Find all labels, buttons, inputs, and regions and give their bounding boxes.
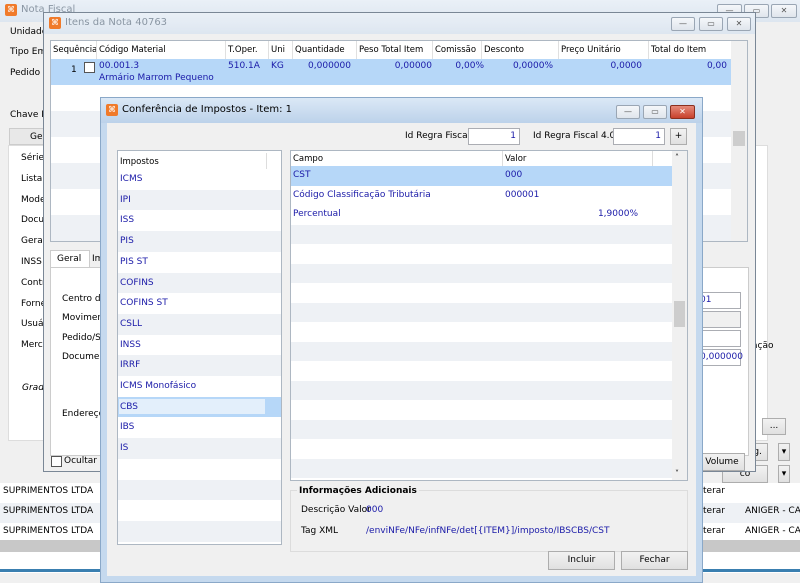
list-item-imposto[interactable]: ICMS bbox=[118, 169, 281, 190]
label-pedido: Pedido bbox=[10, 68, 41, 78]
tag-xml-label: Tag XML bbox=[301, 526, 339, 536]
table-row[interactable]: Código Classificação Tributária 000001 bbox=[291, 186, 672, 206]
column-header[interactable]: Comissão bbox=[435, 45, 476, 55]
table-row[interactable]: CST 000 bbox=[291, 166, 672, 186]
field-3[interactable] bbox=[699, 330, 741, 347]
list-item-action: terar bbox=[703, 526, 725, 536]
column-header[interactable]: Peso Total Item bbox=[359, 45, 423, 55]
list-item-supplier[interactable]: SUPRIMENTOS LTDA bbox=[3, 526, 93, 536]
id-regra-label: Id Regra Fiscal bbox=[405, 131, 471, 141]
conferencia-impostos-dialog: ⌘ Conferência de Impostos - Item: 1 — ▭ ✕ I… bbox=[100, 97, 703, 583]
field-01[interactable]: 01 bbox=[699, 292, 741, 309]
panel-label: INSS bbox=[21, 257, 42, 267]
volume-button[interactable]: Volume bbox=[699, 453, 745, 471]
fechar-button[interactable]: Fechar bbox=[621, 551, 688, 570]
impostos-header: Impostos bbox=[120, 157, 159, 167]
list-item-client: ANIGER - CAL bbox=[745, 526, 800, 536]
descricao-value: 000 bbox=[366, 505, 384, 515]
list-item-imposto[interactable]: INSS bbox=[118, 335, 281, 356]
neg-dropdown[interactable]: ▾ bbox=[778, 443, 790, 461]
column-header[interactable]: Preço Unitário bbox=[561, 45, 621, 55]
column-header[interactable]: Sequência bbox=[53, 45, 97, 55]
list-item-client: ANIGER - CAL bbox=[745, 506, 800, 516]
co-dropdown[interactable]: ▾ bbox=[778, 465, 790, 483]
list-item-action: terar bbox=[703, 486, 725, 496]
maximize-button[interactable]: ▭ bbox=[643, 105, 667, 119]
app-icon: ⌘ bbox=[49, 17, 61, 29]
incluir-button[interactable]: Incluir bbox=[548, 551, 615, 570]
maximize-button[interactable]: ▭ bbox=[699, 17, 723, 31]
column-header[interactable]: Uni bbox=[271, 45, 285, 55]
dialog-title: Conferência de Impostos - Item: 1 bbox=[122, 104, 293, 115]
ellipsis-button[interactable]: ... bbox=[762, 418, 786, 435]
table-row[interactable]: Percentual 1,9000% bbox=[291, 205, 672, 225]
panel-label: Docu bbox=[21, 215, 45, 226]
list-item-imposto[interactable]: CSLL bbox=[118, 313, 281, 335]
field-2[interactable] bbox=[699, 311, 741, 328]
close-button[interactable]: ✕ bbox=[771, 4, 797, 18]
tag-xml-value: /enviNFe/NFe/infNFe/det[{ITEM}]/imposto/… bbox=[366, 526, 610, 536]
minimize-button[interactable]: — bbox=[671, 17, 695, 31]
descricao-label: Descrição Valor bbox=[301, 505, 371, 515]
list-item-imposto[interactable]: PIS bbox=[118, 231, 281, 252]
ocultar-checkbox[interactable] bbox=[51, 456, 62, 467]
field-value[interactable]: 0,000000 bbox=[699, 349, 743, 366]
minimize-button[interactable]: — bbox=[616, 105, 640, 119]
column-header[interactable]: T.Oper. bbox=[228, 45, 258, 55]
close-button[interactable]: ✕ bbox=[670, 105, 695, 119]
list-item-action: terar bbox=[703, 506, 725, 516]
add-button[interactable]: + bbox=[670, 128, 687, 145]
label-unidade: Unidade bbox=[10, 27, 48, 37]
itens-titlebar: ⌘ Itens da Nota 40763 — ▭ ✕ bbox=[44, 13, 755, 34]
list-item-supplier[interactable]: SUPRIMENTOS LTDA bbox=[3, 506, 93, 516]
list-item-imposto[interactable]: COFINS ST bbox=[118, 293, 281, 314]
dialog-titlebar: ⌘ Conferência de Impostos - Item: 1 — ▭ ✕ bbox=[101, 98, 702, 123]
list-item-imposto[interactable]: ICMS Monofásico bbox=[118, 376, 281, 397]
itens-scrollbar[interactable] bbox=[731, 41, 747, 241]
list-item-imposto[interactable]: IS bbox=[118, 438, 281, 459]
id-regra40-input[interactable]: 1 bbox=[613, 128, 665, 145]
info-adicionais-group: Informações Adicionais Descrição Valor 0… bbox=[290, 486, 688, 552]
app-icon: ⌘ bbox=[5, 4, 17, 16]
list-item-imposto[interactable]: IRRF bbox=[118, 355, 281, 376]
app-icon: ⌘ bbox=[106, 104, 118, 116]
panel-label: Série bbox=[21, 153, 44, 163]
id-regra-input[interactable]: 1 bbox=[468, 128, 520, 145]
list-item-imposto[interactable]: IPI bbox=[118, 189, 281, 211]
impostos-list: Impostos ICMS IPI ISS PIS PIS ST COFINS COFINS… bbox=[117, 150, 282, 545]
id-regra40-label: Id Regra Fiscal 4.0 bbox=[533, 131, 616, 141]
row-checkbox[interactable] bbox=[84, 62, 95, 73]
column-header[interactable]: Quantidade bbox=[295, 45, 345, 55]
campo-header: Campo bbox=[293, 154, 324, 164]
column-header[interactable]: Total do Item bbox=[651, 45, 706, 55]
list-item-imposto[interactable]: ISS bbox=[118, 210, 281, 231]
list-item-supplier[interactable]: SUPRIMENTOS LTDA bbox=[3, 486, 93, 496]
list-item-imposto[interactable]: CBS bbox=[118, 396, 281, 418]
itens-title: Itens da Nota 40763 bbox=[65, 17, 168, 28]
list-item-imposto[interactable]: COFINS bbox=[118, 272, 281, 294]
form-label: Endereço bbox=[62, 409, 105, 419]
list-item-imposto[interactable]: IBS bbox=[118, 417, 281, 438]
info-title: Informações Adicionais bbox=[297, 486, 419, 496]
column-header[interactable]: Código Material bbox=[99, 45, 166, 55]
column-header[interactable]: Desconto bbox=[484, 45, 524, 55]
campos-scrollbar[interactable]: ˄ ˅ bbox=[672, 151, 687, 480]
valor-header: Valor bbox=[505, 154, 527, 164]
list-item-imposto[interactable]: PIS ST bbox=[118, 252, 281, 273]
campos-grid: Campo Valor CST 000 Código Classificação T… bbox=[290, 150, 688, 481]
tab-geral-itens[interactable]: Geral bbox=[50, 250, 90, 268]
table-row[interactable]: 1 00.001.3 Armário Marrom Pequeno 510.1A… bbox=[51, 59, 747, 85]
close-button[interactable]: ✕ bbox=[727, 17, 751, 31]
